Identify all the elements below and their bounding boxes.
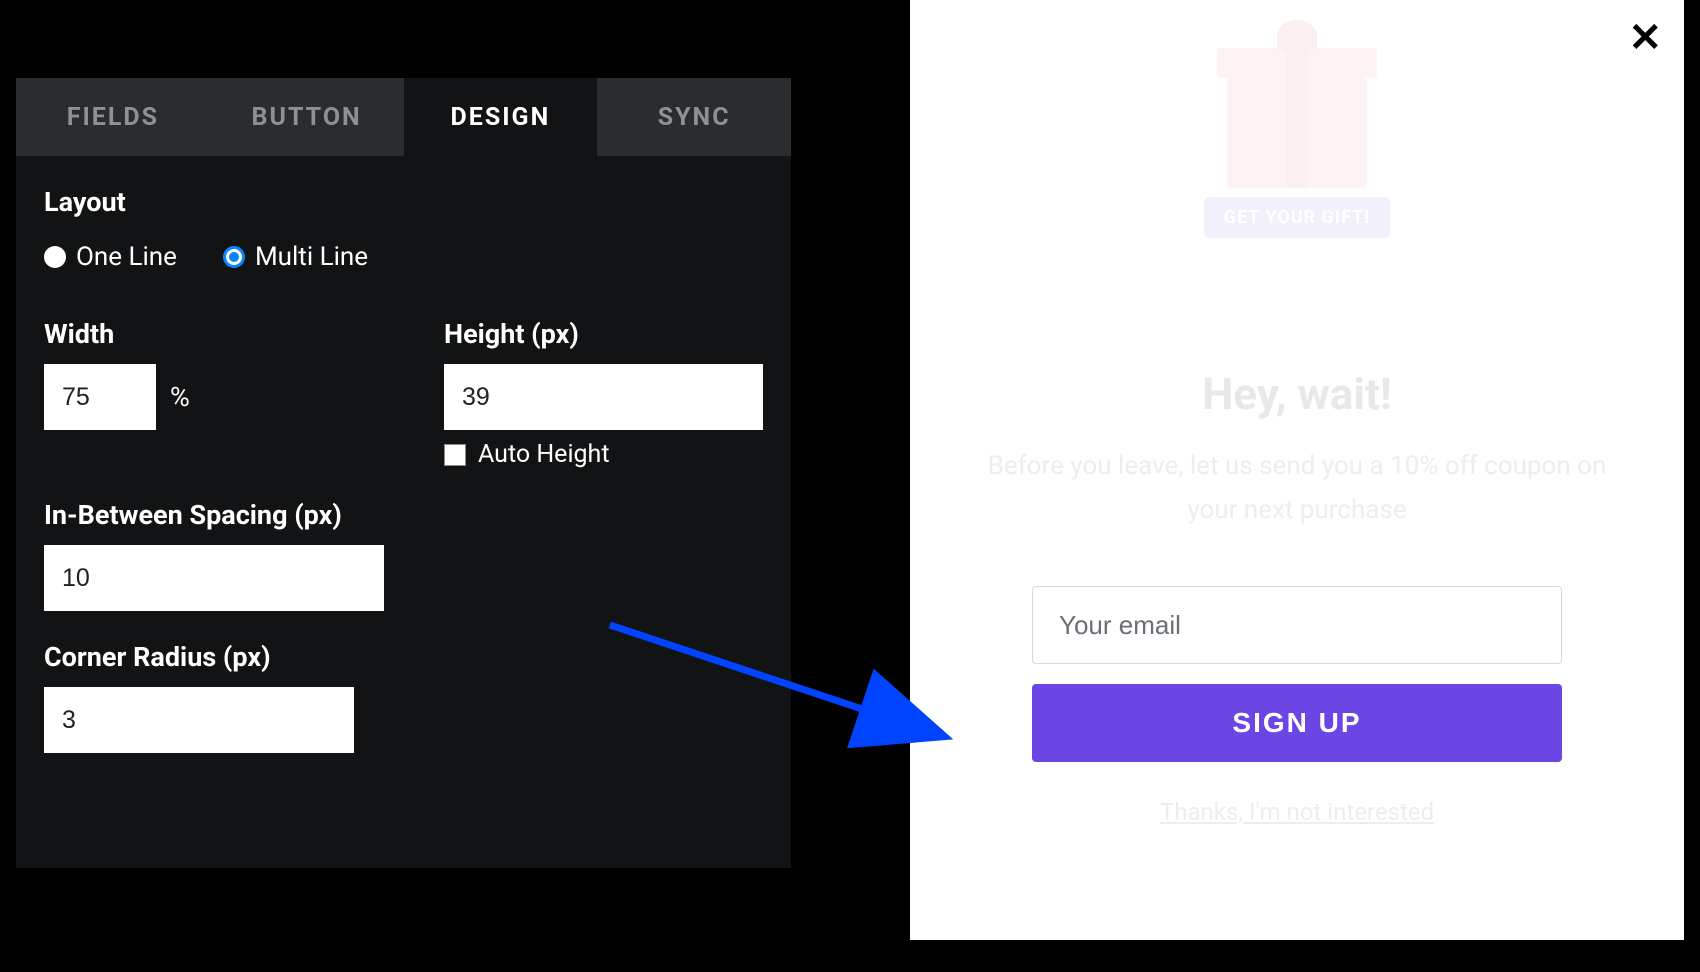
checkbox-label: Auto Height [478,440,610,469]
popup-title: Hey, wait! [938,368,1656,420]
width-unit: % [170,381,190,413]
height-field: Height (px) Auto Height [444,318,763,469]
radio-label: One Line [76,242,177,272]
width-field: Width % [44,318,384,469]
gift-illustration: GET YOUR GIFT! [1167,78,1427,338]
checkbox-icon [444,444,466,466]
width-input[interactable] [44,364,156,430]
tab-button[interactable]: BUTTON [210,78,404,156]
design-panel-body: Layout One Line Multi Line Width % Heigh… [16,156,791,783]
spacing-label: In-Between Spacing (px) [44,499,384,531]
popup-subtitle: Before you leave, let us send you a 10% … [938,444,1656,532]
layout-multi-line-radio[interactable]: Multi Line [223,242,368,272]
tab-fields[interactable]: FIELDS [16,78,210,156]
email-field[interactable] [1032,586,1562,664]
width-label: Width [44,318,384,350]
spacing-field: In-Between Spacing (px) [44,499,384,611]
corner-radius-label: Corner Radius (px) [44,641,384,673]
radio-label: Multi Line [255,242,368,272]
gift-badge: GET YOUR GIFT! [1201,194,1394,241]
radio-icon [223,246,245,268]
layout-one-line-radio[interactable]: One Line [44,242,177,272]
tab-design[interactable]: DESIGN [404,78,598,156]
popup-preview: ✕ GET YOUR GIFT! Hey, wait! Before you l… [910,0,1684,940]
corner-radius-input[interactable] [44,687,354,753]
layout-radio-group: One Line Multi Line [44,242,763,272]
height-input[interactable] [444,364,763,430]
layout-section-title: Layout [44,186,763,218]
panel-tabs: FIELDS BUTTON DESIGN SYNC [16,78,791,156]
dismiss-link[interactable]: Thanks, I'm not interested [1160,798,1434,826]
signup-button[interactable]: SIGN UP [1032,684,1562,762]
tab-sync[interactable]: SYNC [597,78,791,156]
height-label: Height (px) [444,318,763,350]
close-icon[interactable]: ✕ [1628,18,1662,58]
spacing-input[interactable] [44,545,384,611]
auto-height-checkbox[interactable]: Auto Height [444,440,763,469]
radio-icon [44,246,66,268]
corner-radius-field: Corner Radius (px) [44,641,384,753]
design-settings-panel: FIELDS BUTTON DESIGN SYNC Layout One Lin… [16,78,791,868]
